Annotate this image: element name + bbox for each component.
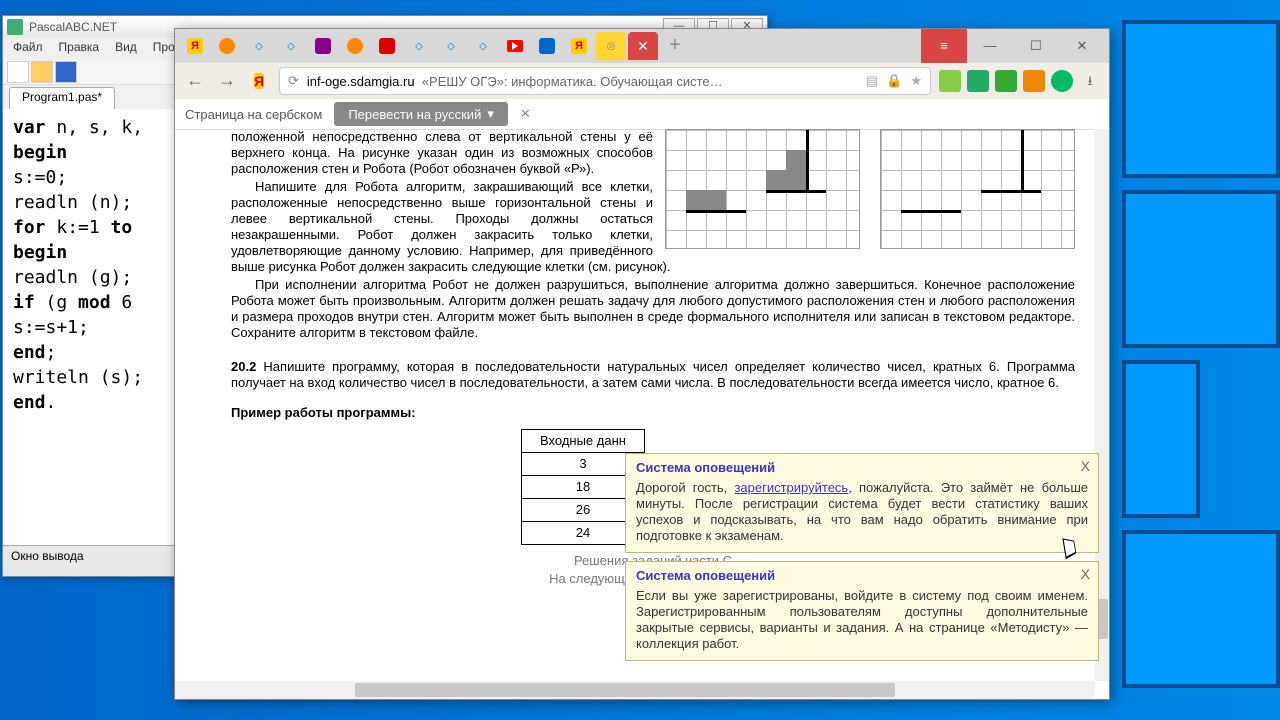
toolbar-save-icon[interactable] [55,61,77,83]
robot-grid-figures [665,129,1075,249]
browser-tab[interactable]: Я [180,32,210,60]
lock-icon[interactable]: 🔒 [886,73,902,89]
ext-icon[interactable] [995,70,1017,92]
browser-tab[interactable]: ◇ [276,32,306,60]
editor-tab-program1[interactable]: Program1.pas* [9,87,115,109]
browser-tab-close[interactable]: ✕ [628,32,658,60]
menu-file[interactable]: Файл [7,39,49,59]
ext-icon[interactable] [939,70,961,92]
notification-body: Если вы уже зарегистрированы, войдите в … [636,588,1088,652]
toolbar-open-icon[interactable] [31,61,53,83]
browser-tab[interactable] [212,32,242,60]
horizontal-scrollbar[interactable] [175,681,1095,699]
register-link[interactable]: зарегистрируйтесь [734,480,848,495]
browser-tab-active[interactable]: ◎ [596,32,626,60]
translate-bar: Страница на сербском Перевести на русски… [175,99,1109,130]
browser-tabstrip: Я ◇ ◇ ◇ ◇ ◇ Я ◎ ✕ + ≡ — ☐ ✕ [175,29,1109,63]
notification-title: Система оповещений [636,568,1088,584]
browser-tab[interactable]: ◇ [244,32,274,60]
browser-min-button[interactable]: — [967,29,1013,63]
bookmark-icon[interactable]: ★ [910,73,922,89]
ext-icon[interactable] [1051,70,1073,92]
ext-icon[interactable] [967,70,989,92]
notification-title: Система оповещений [636,460,1088,476]
browser-max-button[interactable]: ☐ [1013,29,1059,63]
browser-tab[interactable]: ◇ [404,32,434,60]
notification-body: Дорогой гость, зарегистрируйтесь, пожалу… [636,480,1088,544]
pascal-title-text: PascalABC.NET [29,20,117,34]
reload-icon[interactable]: ⟳ [288,73,299,89]
browser-close-button[interactable]: ✕ [1059,29,1105,63]
back-button[interactable]: ← [183,69,207,93]
browser-tab[interactable]: ◇ [468,32,498,60]
robot-grid-1 [665,129,860,249]
ext-icon[interactable] [1023,70,1045,92]
notification-close-icon[interactable]: X [1081,566,1090,582]
chevron-down-icon: ▾ [487,106,494,122]
browser-tab[interactable]: Я [564,32,594,60]
browser-tab[interactable] [340,32,370,60]
browser-tab[interactable] [308,32,338,60]
browser-tab[interactable] [532,32,562,60]
menu-edit[interactable]: Правка [53,39,106,59]
notification-register: X Система оповещений Дорогой гость, заре… [625,453,1099,553]
notification-close-icon[interactable]: X [1081,458,1090,474]
browser-tab[interactable] [372,32,402,60]
menu-view[interactable]: Вид [109,39,143,59]
url-page-title: «РЕШУ ОГЭ»: информатика. Обучающая систе… [422,74,723,89]
notification-login: X Система оповещений Если вы уже зарегис… [625,561,1099,661]
browser-tab[interactable]: ◇ [436,32,466,60]
task-text: При исполнении алгоритма Робот не должен… [231,277,1075,341]
robot-grid-2 [880,129,1075,249]
url-field[interactable]: ⟳ inf-oge.sdamgia.ru «РЕШУ ОГЭ»: информа… [279,67,931,95]
yandex-home-button[interactable]: Я [247,69,271,93]
browser-menu-button[interactable]: ≡ [921,29,967,63]
browser-addressbar-row: ← → Я ⟳ inf-oge.sdamgia.ru «РЕШУ ОГЭ»: и… [175,63,1109,99]
browser-tab[interactable] [500,32,530,60]
example-header: Пример работы программы: [231,405,1075,421]
scrollbar-thumb[interactable] [355,683,895,697]
table-header: Входные данн [522,430,645,453]
translate-close-icon[interactable]: ✕ [520,106,531,122]
forward-button[interactable]: → [215,69,239,93]
download-icon[interactable]: ⭳ [1079,70,1101,92]
browser-window: Я ◇ ◇ ◇ ◇ ◇ Я ◎ ✕ + ≡ — ☐ ✕ ← → [174,28,1110,700]
translate-button[interactable]: Перевести на русский▾ [334,102,508,126]
task-20-2: 20.2 Напишите программу, которая в после… [231,359,1075,391]
url-domain: inf-oge.sdamgia.ru [307,74,415,89]
reader-icon[interactable]: ▤ [866,73,878,89]
pascal-app-icon [7,19,23,35]
new-tab-button[interactable]: + [663,34,687,58]
translate-lang-label: Страница на сербском [185,107,322,122]
toolbar-new-icon[interactable] [7,61,29,83]
